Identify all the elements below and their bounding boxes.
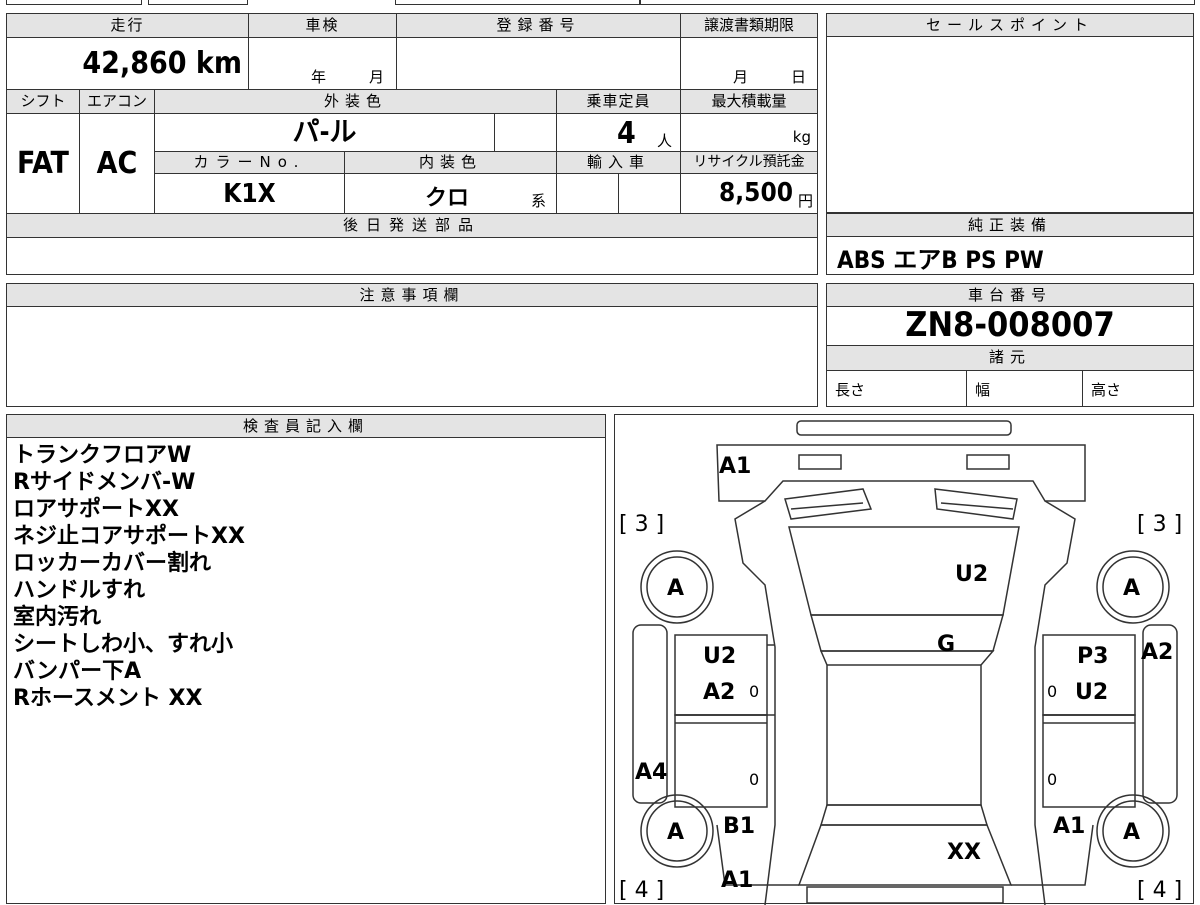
recycle-value-cell: 8,500 円 [681, 174, 817, 214]
inspector-notes: トランクフロアW Rサイドメンバ-W ロアサポートXX ネジ止コアサポートXX … [7, 438, 605, 716]
tire-rr-num: [ 4 ] [1137, 878, 1182, 903]
chassis-label: 車台番号 [827, 284, 1193, 307]
note-line: ロアサポートXX [13, 497, 179, 522]
recycle-value: 8,500 [719, 178, 793, 208]
colorno-value: K1X [155, 174, 345, 214]
mileage-label: 走行 [7, 14, 249, 38]
note-line: 室内汚れ [13, 605, 102, 630]
caution-label: 注意事項欄 [7, 284, 817, 307]
shift-label: シフト [7, 90, 80, 114]
equipment-box: 純正装備 ABS エアB PS PW [826, 213, 1194, 275]
tire-fl-label: A [667, 576, 684, 601]
label-trunk: XX [947, 840, 981, 865]
registration-label: 登録番号 [397, 14, 681, 38]
label-right-fender: A2 [1141, 640, 1173, 665]
shaken-label: 車検 [249, 14, 397, 38]
inspector-box: 検査員記入欄 トランクフロアW Rサイドメンバ-W ロアサポートXX ネジ止コア… [6, 414, 606, 904]
tire-rl-label: A [667, 820, 684, 845]
zero-r2: 0 [1047, 770, 1057, 789]
sales-point-label: セールスポイント [827, 14, 1193, 37]
label-hood: U2 [955, 562, 988, 587]
colorno-label: カラーNo. [155, 152, 345, 174]
capacity-unit: 人 [657, 132, 673, 150]
note-line: Rホースメント XX [13, 686, 203, 711]
chassis-value: ZN8-008007 [827, 307, 1193, 346]
specs-label: 諸元 [827, 346, 1193, 371]
spec-length: 長さ [827, 371, 967, 407]
shaken-month: 月 [369, 68, 385, 86]
transfer-month: 月 [733, 68, 749, 86]
vehicle-info-grid: 走行 車検 登録番号 譲渡書類期限 42,860 km 年 月 月 日 シフト … [6, 13, 818, 275]
capacity-value: 4 [617, 116, 636, 151]
spec-height: 高さ [1091, 381, 1122, 399]
top-strip [0, 0, 1200, 6]
equipment-label: 純正装備 [827, 214, 1193, 237]
import-value-1 [557, 174, 619, 214]
note-line: ネジ止コアサポートXX [13, 524, 245, 549]
mileage-value: 42,860 km [7, 38, 249, 90]
ac-value: AC [80, 114, 155, 214]
label-left-rear: A4 [635, 760, 667, 785]
note-line: シートしわ小、すれ小 [13, 632, 234, 657]
interior-suffix: 系 [531, 192, 547, 210]
car-diagram-box: A1 U2 G U2 A2 P3 U2 A2 A4 B1 A1 XX A1 A … [614, 414, 1194, 905]
exterior-label: 外装色 [155, 90, 557, 114]
tire-rl-num: [ 4 ] [619, 878, 664, 903]
transfer-label: 譲渡書類期限 [681, 14, 817, 38]
label-rf-door-2: U2 [1075, 680, 1108, 705]
maxload-label: 最大積載量 [681, 90, 817, 114]
registration-value [397, 38, 681, 90]
maxload-value: kg [681, 114, 817, 152]
later-parts-label: 後日発送部品 [7, 214, 817, 238]
shaken-year: 年 [311, 68, 327, 86]
label-lf-door-1: U2 [703, 644, 736, 669]
tire-rr-label: A [1123, 820, 1140, 845]
capacity-value-cell: 4 人 [557, 114, 681, 152]
caution-box: 注意事項欄 [6, 283, 818, 407]
transfer-day: 日 [791, 68, 807, 86]
interior-value-cell: クロ 系 [345, 174, 557, 214]
note-line: ロッカーカバー割れ [13, 551, 212, 576]
chassis-box: 車台番号 ZN8-008007 諸元 長さ 幅 高さ [826, 283, 1194, 407]
recycle-label: リサイクル預託金 [681, 152, 817, 174]
zero-l2: 0 [749, 770, 759, 789]
import-label: 輸入車 [557, 152, 681, 174]
equipment-value: ABS エアB PS PW [837, 246, 1044, 274]
car-diagram: A1 U2 G U2 A2 P3 U2 A2 A4 B1 A1 XX A1 A … [619, 420, 1182, 905]
interior-value: クロ [425, 186, 470, 211]
interior-label: 内装色 [345, 152, 557, 174]
label-front: A1 [719, 454, 751, 479]
spec-width: 幅 [967, 371, 1083, 407]
exterior-extra [495, 114, 557, 152]
ac-label: エアコン [80, 90, 155, 114]
transfer-value: 月 日 [681, 38, 817, 90]
inspector-label: 検査員記入欄 [7, 415, 605, 438]
label-lr-door: B1 [723, 814, 755, 839]
note-line: バンパー下A [13, 659, 142, 684]
import-value-2 [619, 174, 681, 214]
note-line: トランクフロアW [13, 443, 192, 468]
maxload-unit: kg [792, 128, 811, 146]
zero-r1: 0 [1047, 682, 1057, 701]
shaken-value: 年 月 [249, 38, 397, 90]
sales-point-box: セールスポイント [826, 13, 1194, 213]
zero-l1: 0 [749, 682, 759, 701]
recycle-unit: 円 [797, 192, 813, 210]
tire-fl-num: [ 3 ] [619, 512, 664, 537]
tire-fr-label: A [1123, 576, 1140, 601]
label-rear-bumper: A1 [721, 868, 753, 893]
label-rr-door: A1 [1053, 814, 1085, 839]
note-line: ハンドルすれ [13, 578, 146, 603]
label-roof: G [937, 632, 955, 657]
note-line: Rサイドメンバ-W [13, 470, 196, 495]
exterior-value: パ-ル [155, 114, 495, 152]
label-lf-door-2: A2 [703, 680, 735, 705]
capacity-label: 乗車定員 [557, 90, 681, 114]
shift-value: FAT [7, 114, 80, 214]
tire-fr-num: [ 3 ] [1137, 512, 1182, 537]
label-rf-door-1: P3 [1077, 644, 1108, 669]
